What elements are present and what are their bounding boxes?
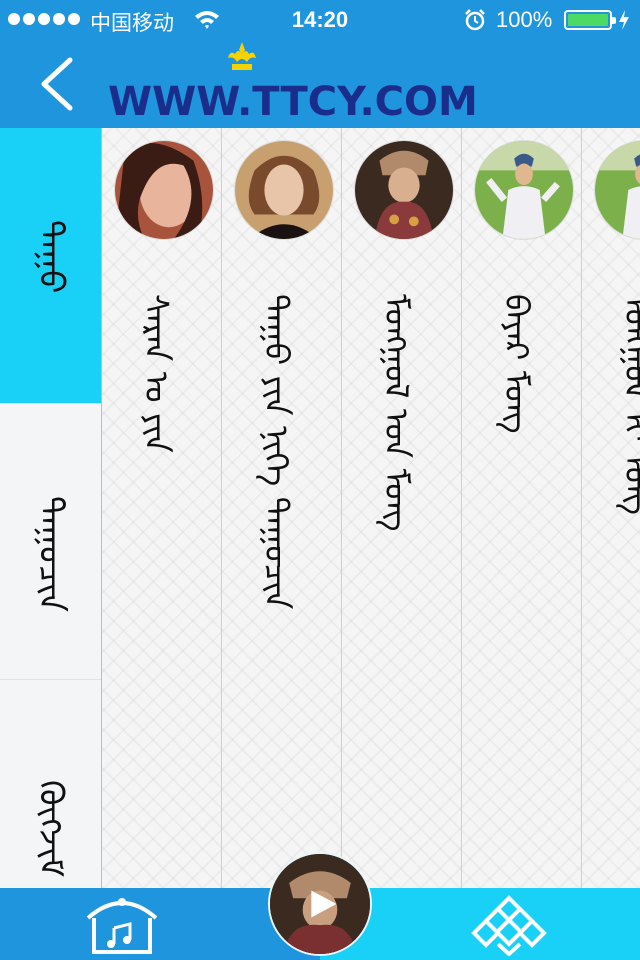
artist-name: ᠪᠠᠶᠠᠷ ᠮᠣᠩ	[497, 294, 536, 434]
crown-logo-icon	[228, 42, 256, 70]
artist-avatar	[474, 140, 574, 240]
battery-icon	[564, 10, 616, 30]
artist-avatar	[114, 140, 214, 240]
tab-singer-list[interactable]: ᠳᠠᠭᠤᠴᠢᠨ	[0, 403, 101, 679]
artist-item[interactable]: ᠮᠣᠩᠭᠣᠯ ᠢ ᠮᠣᠩ	[582, 128, 640, 888]
tab-label: ᠳᠠᠭᠤ	[30, 220, 71, 294]
artist-avatar	[594, 140, 640, 240]
artist-avatar	[354, 140, 454, 240]
artist-name: ᠮᠣᠩᠭᠣᠯ ᠢ ᠮᠣᠩ	[617, 294, 640, 516]
app-header: WWW.TTCY.COM	[0, 40, 640, 128]
artist-item[interactable]: ᠰᠠᠷᠠᠨ ᠣ ᠶᠢᠨ	[102, 128, 222, 888]
play-icon	[270, 854, 370, 954]
alarm-clock-icon	[465, 9, 485, 31]
tab-label: ᠬᠥᠭᠵᠢᠮ	[30, 780, 71, 878]
artist-avatar	[234, 140, 334, 240]
artist-item[interactable]: ᠳᠠᠭᠤ ᠶᠢᠨ ᠨᠢᠭᠡ ᠳᠠᠭᠤᠴᠢᠨ	[222, 128, 342, 888]
category-sidebar: ᠳᠠᠭᠤ ᠳᠠᠭᠤᠴᠢᠨ ᠬᠥᠭᠵᠢᠮ	[0, 128, 101, 888]
yurt-music-icon[interactable]	[84, 894, 160, 956]
tab-label: ᠳᠠᠭᠤᠴᠢᠨ	[30, 496, 71, 613]
artist-name: ᠮᠣᠩᠭᠣᠯ ᠤᠨ ᠮᠣᠩ	[377, 294, 416, 532]
artist-list: ᠰᠠᠷᠠᠨ ᠣ ᠶᠢᠨ ᠳᠠᠭᠤ ᠶᠢᠨ ᠨᠢᠭᠡ ᠳᠠᠭᠤᠴᠢᠨ ᠮᠣᠩᠭᠣᠯ	[101, 128, 640, 888]
battery-percent: 100%	[496, 7, 553, 32]
endless-knot-icon[interactable]	[462, 894, 556, 956]
tab-singers[interactable]: ᠳᠠᠭᠤ	[0, 128, 101, 403]
tab-music[interactable]: ᠬᠥᠭᠵᠢᠮ	[0, 679, 101, 888]
artist-name: ᠳᠠᠭᠤ ᠶᠢᠨ ᠨᠢᠭᠡ ᠳᠠᠭᠤᠴᠢᠨ	[257, 294, 296, 610]
now-playing-button[interactable]	[268, 852, 372, 956]
artist-item[interactable]: ᠪᠠᠶᠠᠷ ᠮᠣᠩ	[462, 128, 582, 888]
artist-name: ᠰᠠᠷᠠᠨ ᠣ ᠶᠢᠨ	[137, 294, 176, 453]
status-bar: 中国移动 14:20 100%	[0, 0, 640, 40]
site-logo: WWW.TTCY.COM	[108, 40, 480, 128]
artist-item[interactable]: ᠮᠣᠩᠭᠣᠯ ᠤᠨ ᠮᠣᠩ	[342, 128, 462, 888]
back-chevron-icon[interactable]	[30, 54, 90, 114]
charging-bolt-icon	[619, 10, 629, 30]
logo-wordmark: WWW.TTCY.COM	[108, 79, 478, 125]
